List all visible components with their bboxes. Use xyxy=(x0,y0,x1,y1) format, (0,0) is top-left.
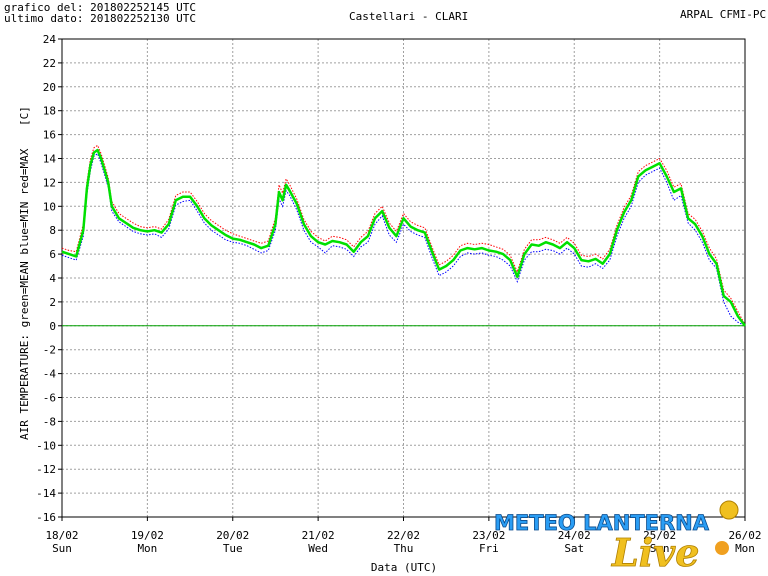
y-tick-label: 16 xyxy=(43,129,56,142)
x-tick-day: Sun xyxy=(52,542,72,555)
temperature-chart: 242220181614121086420-2-4-6-8-10-12-14-1… xyxy=(18,33,762,575)
x-tick-day: Sat xyxy=(564,542,584,555)
x-tick-date: 26/02 xyxy=(728,529,761,542)
y-tick-label: -6 xyxy=(43,392,56,405)
x-tick-day: Thu xyxy=(394,542,414,555)
x-tick-day: Tue xyxy=(223,542,243,555)
x-tick-day: Fri xyxy=(479,542,499,555)
y-tick-label: -14 xyxy=(36,487,56,500)
x-axis-label: Data (UTC) xyxy=(371,561,437,574)
y-tick-label: 4 xyxy=(49,272,56,285)
y-unit-label: [C] xyxy=(18,106,31,126)
x-tick-date: 19/02 xyxy=(131,529,164,542)
x-tick-date: 18/02 xyxy=(45,529,78,542)
y-tick-label: -10 xyxy=(36,439,56,452)
y-tick-label: 6 xyxy=(49,248,56,261)
axes xyxy=(58,38,746,521)
x-tick-date: 21/02 xyxy=(302,529,335,542)
meteo-lanterna-logo: METEO LANTERNA Live xyxy=(494,500,739,575)
y-tick-label: -2 xyxy=(43,344,56,357)
y-tick-label: 8 xyxy=(49,224,56,237)
y-tick-label: -12 xyxy=(36,463,56,476)
y-tick-label: 14 xyxy=(43,153,57,166)
y-tick-label: 2 xyxy=(49,296,56,309)
grid-lines xyxy=(62,38,745,518)
y-tick-label: 20 xyxy=(43,81,56,94)
y-tick-label: 24 xyxy=(43,33,57,46)
x-tick-date: 22/02 xyxy=(387,529,420,542)
x-tick-day: Wed xyxy=(308,542,328,555)
y-tick-label: 12 xyxy=(43,176,56,189)
y-tick-label: 0 xyxy=(49,320,56,333)
y-axis-label: AIR TEMPERATURE: green=MEAN blue=MIN red… xyxy=(18,148,31,440)
y-tick-labels: 242220181614121086420-2-4-6-8-10-12-14-1… xyxy=(36,33,56,524)
y-tick-label: 18 xyxy=(43,105,56,118)
x-tick-day: Mon xyxy=(137,542,157,555)
x-tick-date: 20/02 xyxy=(216,529,249,542)
y-tick-label: 10 xyxy=(43,200,56,213)
y-tick-label: -4 xyxy=(43,368,57,381)
x-tick-day: Mon xyxy=(735,542,755,555)
y-tick-label: 22 xyxy=(43,57,56,70)
y-tick-label: -16 xyxy=(36,511,56,524)
y-tick-label: -8 xyxy=(43,415,56,428)
svg-text:Live: Live xyxy=(611,530,699,575)
